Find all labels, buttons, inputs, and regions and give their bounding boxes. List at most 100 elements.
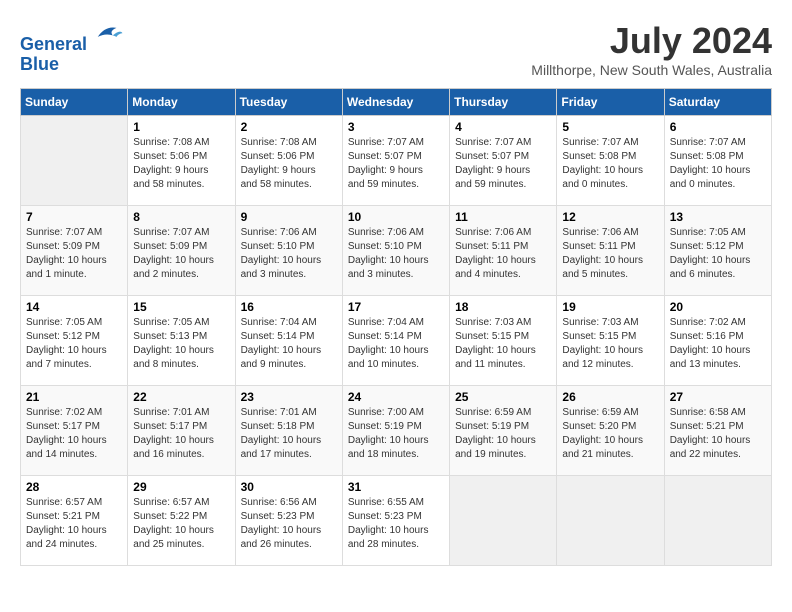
day-info: Sunrise: 6:55 AMSunset: 5:23 PMDaylight:… [348,496,444,552]
calendar-cell: 27 Sunrise: 6:58 AMSunset: 5:21 PMDayligh… [664,386,771,476]
day-number: 13 [670,210,766,224]
day-info: Sunrise: 7:02 AMSunset: 5:16 PMDaylight:… [670,316,766,372]
title-section: July 2024 Millthorpe, New South Wales, A… [531,20,772,78]
calendar-cell: 7 Sunrise: 7:07 AMSunset: 5:09 PMDaylight… [21,206,128,296]
day-number: 5 [562,120,658,134]
calendar-cell [21,116,128,206]
day-number: 29 [133,480,229,494]
day-info: Sunrise: 7:06 AMSunset: 5:11 PMDaylight:… [455,226,551,282]
day-number: 24 [348,390,444,404]
calendar-cell: 2 Sunrise: 7:08 AMSunset: 5:06 PMDaylight… [235,116,342,206]
day-header-monday: Monday [128,89,235,116]
day-number: 7 [26,210,122,224]
day-number: 19 [562,300,658,314]
logo-general: General [20,34,87,54]
day-info: Sunrise: 7:06 AMSunset: 5:11 PMDaylight:… [562,226,658,282]
calendar-cell: 12Sunrise: 7:06 AMSunset: 5:11 PMDayligh… [557,206,664,296]
logo-blue: Blue [20,55,124,75]
calendar-cell: 17 Sunrise: 7:04 AMSunset: 5:14 PMDayligh… [342,296,449,386]
day-number: 14 [26,300,122,314]
calendar-cell: 26Sunrise: 6:59 AMSunset: 5:20 PMDayligh… [557,386,664,476]
day-info: Sunrise: 7:01 AMSunset: 5:18 PMDaylight:… [241,406,337,462]
calendar-cell: 28 Sunrise: 6:57 AMSunset: 5:21 PMDayligh… [21,476,128,566]
calendar-week-row: 7 Sunrise: 7:07 AMSunset: 5:09 PMDaylight… [21,206,772,296]
calendar-cell [664,476,771,566]
calendar-week-row: 14Sunrise: 7:05 AMSunset: 5:12 PMDayligh… [21,296,772,386]
day-info: Sunrise: 6:57 AMSunset: 5:21 PMDaylight:… [26,496,122,552]
day-info: Sunrise: 7:08 AMSunset: 5:06 PMDaylight:… [241,136,337,192]
calendar-cell: 3 Sunrise: 7:07 AMSunset: 5:07 PMDaylight… [342,116,449,206]
calendar-week-row: 21 Sunrise: 7:02 AMSunset: 5:17 PMDayligh… [21,386,772,476]
calendar-cell: 11 Sunrise: 7:06 AMSunset: 5:11 PMDayligh… [450,206,557,296]
calendar-cell: 4 Sunrise: 7:07 AMSunset: 5:07 PMDaylight… [450,116,557,206]
calendar-header-row: SundayMondayTuesdayWednesdayThursdayFrid… [21,89,772,116]
day-info: Sunrise: 6:59 AMSunset: 5:19 PMDaylight:… [455,406,551,462]
day-info: Sunrise: 6:56 AMSunset: 5:23 PMDaylight:… [241,496,337,552]
day-number: 28 [26,480,122,494]
day-number: 11 [455,210,551,224]
calendar-cell: 9 Sunrise: 7:06 AMSunset: 5:10 PMDaylight… [235,206,342,296]
calendar-cell [557,476,664,566]
calendar-week-row: 1 Sunrise: 7:08 AMSunset: 5:06 PMDaylight… [21,116,772,206]
day-info: Sunrise: 7:05 AMSunset: 5:13 PMDaylight:… [133,316,229,372]
page-header: General Blue July 2024 Millthorpe, New S… [20,20,772,78]
month-title: July 2024 [531,20,772,62]
day-number: 10 [348,210,444,224]
day-number: 18 [455,300,551,314]
day-info: Sunrise: 7:07 AMSunset: 5:07 PMDaylight:… [455,136,551,192]
day-header-saturday: Saturday [664,89,771,116]
day-info: Sunrise: 6:57 AMSunset: 5:22 PMDaylight:… [133,496,229,552]
day-number: 3 [348,120,444,134]
calendar-cell: 10 Sunrise: 7:06 AMSunset: 5:10 PMDayligh… [342,206,449,296]
day-info: Sunrise: 6:59 AMSunset: 5:20 PMDaylight:… [562,406,658,462]
day-number: 25 [455,390,551,404]
day-number: 9 [241,210,337,224]
calendar-cell: 23 Sunrise: 7:01 AMSunset: 5:18 PMDayligh… [235,386,342,476]
calendar-cell: 15 Sunrise: 7:05 AMSunset: 5:13 PMDayligh… [128,296,235,386]
calendar-cell: 19 Sunrise: 7:03 AMSunset: 5:15 PMDayligh… [557,296,664,386]
day-info: Sunrise: 7:05 AMSunset: 5:12 PMDaylight:… [670,226,766,282]
day-number: 4 [455,120,551,134]
calendar-cell: 1 Sunrise: 7:08 AMSunset: 5:06 PMDaylight… [128,116,235,206]
day-number: 27 [670,390,766,404]
day-info: Sunrise: 7:04 AMSunset: 5:14 PMDaylight:… [241,316,337,372]
day-header-friday: Friday [557,89,664,116]
day-info: Sunrise: 7:07 AMSunset: 5:09 PMDaylight:… [26,226,122,282]
day-header-thursday: Thursday [450,89,557,116]
calendar-cell: 24 Sunrise: 7:00 AMSunset: 5:19 PMDayligh… [342,386,449,476]
location: Millthorpe, New South Wales, Australia [531,62,772,78]
day-info: Sunrise: 7:06 AMSunset: 5:10 PMDaylight:… [348,226,444,282]
day-number: 20 [670,300,766,314]
day-number: 2 [241,120,337,134]
day-info: Sunrise: 7:01 AMSunset: 5:17 PMDaylight:… [133,406,229,462]
logo-bird-icon [94,20,124,50]
calendar-table: SundayMondayTuesdayWednesdayThursdayFrid… [20,88,772,566]
calendar-cell: 13 Sunrise: 7:05 AMSunset: 5:12 PMDayligh… [664,206,771,296]
day-info: Sunrise: 7:07 AMSunset: 5:07 PMDaylight:… [348,136,444,192]
day-info: Sunrise: 7:08 AMSunset: 5:06 PMDaylight:… [133,136,229,192]
calendar-cell: 6 Sunrise: 7:07 AMSunset: 5:08 PMDaylight… [664,116,771,206]
calendar-cell: 16 Sunrise: 7:04 AMSunset: 5:14 PMDayligh… [235,296,342,386]
day-info: Sunrise: 7:04 AMSunset: 5:14 PMDaylight:… [348,316,444,372]
day-number: 16 [241,300,337,314]
day-info: Sunrise: 7:03 AMSunset: 5:15 PMDaylight:… [455,316,551,372]
day-info: Sunrise: 7:06 AMSunset: 5:10 PMDaylight:… [241,226,337,282]
day-number: 17 [348,300,444,314]
calendar-cell: 8Sunrise: 7:07 AMSunset: 5:09 PMDaylight… [128,206,235,296]
day-info: Sunrise: 7:07 AMSunset: 5:08 PMDaylight:… [562,136,658,192]
day-number: 23 [241,390,337,404]
day-info: Sunrise: 6:58 AMSunset: 5:21 PMDaylight:… [670,406,766,462]
day-info: Sunrise: 7:07 AMSunset: 5:08 PMDaylight:… [670,136,766,192]
day-number: 15 [133,300,229,314]
calendar-cell: 30 Sunrise: 6:56 AMSunset: 5:23 PMDayligh… [235,476,342,566]
day-number: 6 [670,120,766,134]
day-info: Sunrise: 7:00 AMSunset: 5:19 PMDaylight:… [348,406,444,462]
calendar-cell: 29 Sunrise: 6:57 AMSunset: 5:22 PMDayligh… [128,476,235,566]
day-number: 1 [133,120,229,134]
calendar-cell: 20 Sunrise: 7:02 AMSunset: 5:16 PMDayligh… [664,296,771,386]
day-number: 30 [241,480,337,494]
day-info: Sunrise: 7:07 AMSunset: 5:09 PMDaylight:… [133,226,229,282]
day-number: 21 [26,390,122,404]
day-info: Sunrise: 7:02 AMSunset: 5:17 PMDaylight:… [26,406,122,462]
day-info: Sunrise: 7:03 AMSunset: 5:15 PMDaylight:… [562,316,658,372]
